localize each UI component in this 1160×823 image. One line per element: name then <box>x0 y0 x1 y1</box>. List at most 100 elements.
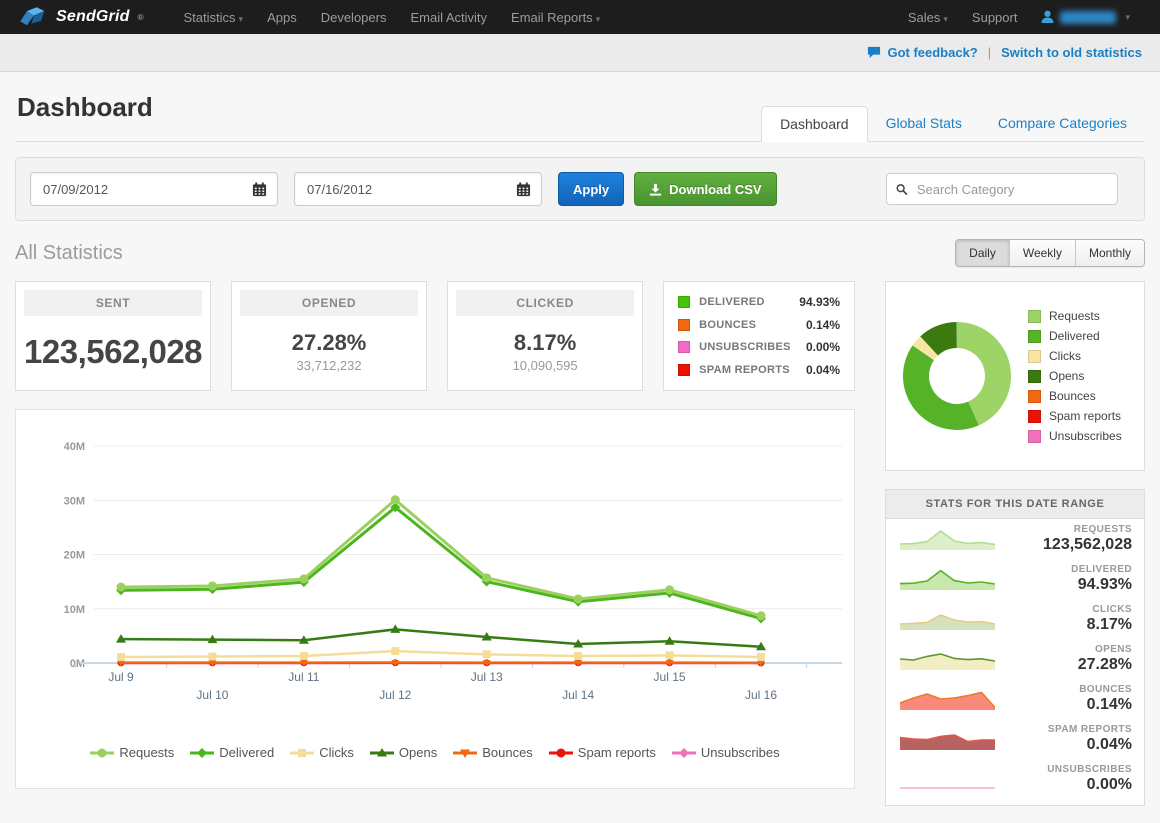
page-header: Dashboard Dashboard Global Stats Compare… <box>15 72 1145 142</box>
svg-text:Jul 14: Jul 14 <box>562 688 594 702</box>
sent-card: SENT 123,562,028 <box>15 281 211 391</box>
donut-legend-spam-reports: Spam reports <box>1028 409 1122 423</box>
donut-legend-delivered: Delivered <box>1028 329 1122 343</box>
tab-global-stats[interactable]: Global Stats <box>868 106 980 142</box>
legend-item-clicks: Clicks <box>290 745 354 760</box>
search-category-input[interactable] <box>915 181 1108 198</box>
clicked-card-label: CLICKED <box>456 290 634 316</box>
donut-legend-clicks: Clicks <box>1028 349 1122 363</box>
end-date-field[interactable] <box>294 172 542 206</box>
nav-right-group: Sales▾ Support ▾ <box>896 10 1142 25</box>
feedback-bar: Got feedback? | Switch to old statistics <box>0 34 1160 72</box>
legend-item-requests: Requests <box>90 745 174 760</box>
nav-item-statistics[interactable]: Statistics▾ <box>172 10 256 25</box>
svg-text:40M: 40M <box>64 441 85 453</box>
chevron-down-icon: ▾ <box>239 14 244 24</box>
daily-stats-line-chart: 0M10M20M30M40MJul 9Jul 10Jul 11Jul 12Jul… <box>16 416 854 734</box>
opened-count: 33,712,232 <box>240 358 418 373</box>
tab-compare-categories[interactable]: Compare Categories <box>980 106 1145 142</box>
svg-text:Jul 15: Jul 15 <box>654 670 686 684</box>
right-column: Requests Delivered Clicks Opens Bounces Spam … <box>885 281 1145 806</box>
tab-dashboard[interactable]: Dashboard <box>761 106 868 142</box>
range-stats-header: STATS FOR THIS DATE RANGE <box>886 490 1144 519</box>
svg-text:Jul 12: Jul 12 <box>379 688 411 702</box>
download-icon <box>649 183 662 196</box>
range-stats-panel: STATS FOR THIS DATE RANGE REQUESTS123,56… <box>885 489 1145 806</box>
rate-row-bounces: BOUNCES0.14% <box>678 318 840 332</box>
calendar-icon[interactable] <box>252 182 267 197</box>
section-title: All Statistics <box>15 242 123 265</box>
rate-row-unsubscribes: UNSUBSCRIBES0.00% <box>678 340 840 354</box>
brand-registered-mark: ® <box>138 13 144 22</box>
user-name-redacted <box>1060 11 1116 24</box>
nav-item-email-activity[interactable]: Email Activity <box>398 10 499 25</box>
clicked-count: 10,090,595 <box>456 358 634 373</box>
nav-item-sales[interactable]: Sales▾ <box>896 10 960 25</box>
user-icon <box>1041 10 1054 24</box>
page-title: Dashboard <box>17 92 153 123</box>
svg-text:Jul 10: Jul 10 <box>196 688 228 702</box>
switch-old-statistics-link[interactable]: Switch to old statistics <box>1001 45 1142 60</box>
nav-item-support[interactable]: Support <box>960 10 1030 25</box>
legend-item-unsubscribes: Unsubscribes <box>672 745 780 760</box>
svg-text:20M: 20M <box>64 550 85 562</box>
volume-donut-panel: Requests Delivered Clicks Opens Bounces Spam … <box>885 281 1145 471</box>
svg-text:Jul 13: Jul 13 <box>471 670 503 684</box>
delivered-sparkline <box>900 566 995 592</box>
all-statistics-row: All Statistics Daily Weekly Monthly <box>15 239 1145 267</box>
chart-legend: RequestsDeliveredClicksOpensBouncesSpam … <box>16 745 854 760</box>
sent-value: 123,562,028 <box>24 333 202 371</box>
range-weekly-button[interactable]: Weekly <box>1009 240 1075 266</box>
chevron-down-icon: ▾ <box>596 14 601 24</box>
summary-cards-row: SENT 123,562,028 OPENED 27.28% 33,712,23… <box>15 281 855 391</box>
got-feedback-link[interactable]: Got feedback? <box>867 45 977 60</box>
legend-item-spam-reports: Spam reports <box>549 745 656 760</box>
bounces-swatch <box>678 319 690 331</box>
apply-button[interactable]: Apply <box>558 172 624 206</box>
download-csv-button[interactable]: Download CSV <box>634 172 776 206</box>
spam-reports-sparkline <box>900 726 995 752</box>
stats-row-bounces: BOUNCES0.14% <box>886 679 1144 719</box>
legend-item-bounces: Bounces <box>453 745 533 760</box>
user-menu[interactable]: ▾ <box>1029 10 1142 24</box>
speech-bubble-icon <box>867 46 881 59</box>
opened-rate: 27.28% <box>240 330 418 356</box>
brand-name: SendGrid <box>56 8 130 26</box>
calendar-icon[interactable] <box>516 182 531 197</box>
donut-legend-requests: Requests <box>1028 309 1122 323</box>
range-monthly-button[interactable]: Monthly <box>1075 240 1144 266</box>
spam-reports-swatch <box>678 364 690 376</box>
rates-legend-card: DELIVERED94.93% BOUNCES0.14% UNSUBSCRIBE… <box>663 281 855 391</box>
end-date-input[interactable] <box>305 181 485 198</box>
feedback-divider: | <box>988 45 991 60</box>
chevron-down-icon: ▾ <box>1125 12 1130 23</box>
donut-legend-opens: Opens <box>1028 369 1122 383</box>
opens-sparkline <box>900 646 995 672</box>
opened-card-label: OPENED <box>240 290 418 316</box>
bounces-sparkline <box>900 686 995 712</box>
svg-text:Jul 11: Jul 11 <box>288 670 319 684</box>
nav-item-apps[interactable]: Apps <box>255 10 309 25</box>
start-date-field[interactable] <box>30 172 278 206</box>
tab-bar: Dashboard Global Stats Compare Categorie… <box>761 106 1145 141</box>
legend-item-opens: Opens <box>370 745 437 760</box>
nav-item-developers[interactable]: Developers <box>309 10 399 25</box>
range-daily-button[interactable]: Daily <box>956 240 1009 266</box>
sendgrid-logo[interactable]: SendGrid ® <box>18 5 144 29</box>
opened-card: OPENED 27.28% 33,712,232 <box>231 281 427 391</box>
clicks-sparkline <box>900 606 995 632</box>
stats-row-spam-reports: SPAM REPORTS0.04% <box>886 719 1144 759</box>
search-icon <box>896 183 908 196</box>
donut-legend-bounces: Bounces <box>1028 389 1122 403</box>
daily-stats-chart-panel: 0M10M20M30M40MJul 9Jul 10Jul 11Jul 12Jul… <box>15 409 855 789</box>
unsubscribes-swatch <box>678 341 690 353</box>
start-date-input[interactable] <box>41 181 221 198</box>
requests-sparkline <box>900 526 995 552</box>
svg-text:Jul 16: Jul 16 <box>745 688 777 702</box>
main-column: SENT 123,562,028 OPENED 27.28% 33,712,23… <box>15 281 855 806</box>
nav-item-email-reports[interactable]: Email Reports▾ <box>499 10 612 25</box>
chevron-down-icon: ▾ <box>943 14 948 24</box>
search-category-box[interactable] <box>886 173 1118 205</box>
svg-text:30M: 30M <box>64 495 85 507</box>
unsubscribes-sparkline <box>900 766 995 792</box>
